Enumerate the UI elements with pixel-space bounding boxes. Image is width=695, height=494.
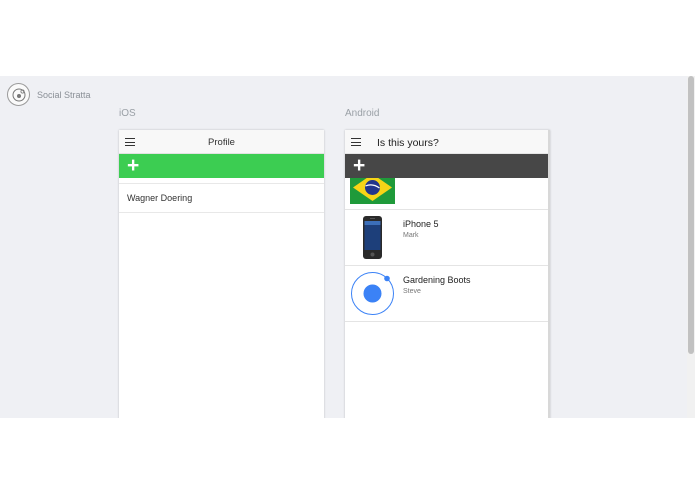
iphone-icon xyxy=(350,215,395,260)
menu-icon[interactable] xyxy=(351,138,361,146)
platform-label-android: Android xyxy=(345,108,380,119)
ios-action-bar: + xyxy=(119,154,324,178)
android-phone: Is this yours? + iPhone 5 Mark Gardening… xyxy=(345,130,550,418)
scrollbar[interactable] xyxy=(687,76,695,418)
list-item-name: Wagner Doering xyxy=(127,193,193,203)
brazil-flag-icon xyxy=(350,178,395,204)
list-item-subtitle: Steve xyxy=(403,288,421,295)
page-title: Profile xyxy=(208,137,235,148)
list-item-subtitle: Mark xyxy=(403,232,419,239)
spinner-circle-icon xyxy=(350,271,395,316)
app-stage: Social Stratta iOS Android Profile + Wag… xyxy=(0,76,695,418)
list-item-title: iPhone 5 xyxy=(403,219,439,229)
platform-label-ios: iOS xyxy=(119,108,136,119)
item-list[interactable]: iPhone 5 Mark Gardening Boots Steve xyxy=(345,178,548,418)
brand-name: Social Stratta xyxy=(37,89,91,100)
list-item[interactable] xyxy=(345,178,548,210)
ios-header: Profile xyxy=(119,130,324,154)
list-item-title: Gardening Boots xyxy=(403,275,471,285)
page-title: Is this yours? xyxy=(377,137,439,149)
list-item[interactable]: iPhone 5 Mark xyxy=(345,210,548,266)
android-header: Is this yours? xyxy=(345,130,548,154)
android-action-bar: + xyxy=(345,154,548,178)
add-button[interactable]: + xyxy=(127,155,139,176)
add-button[interactable]: + xyxy=(353,155,365,176)
logo-icon xyxy=(7,83,30,106)
list-item[interactable]: Wagner Doering xyxy=(119,183,324,213)
ios-phone: Profile + Wagner Doering xyxy=(119,130,324,418)
scrollbar-thumb[interactable] xyxy=(688,76,694,354)
brand[interactable]: Social Stratta xyxy=(7,83,91,106)
list-item[interactable]: Gardening Boots Steve xyxy=(345,266,548,322)
